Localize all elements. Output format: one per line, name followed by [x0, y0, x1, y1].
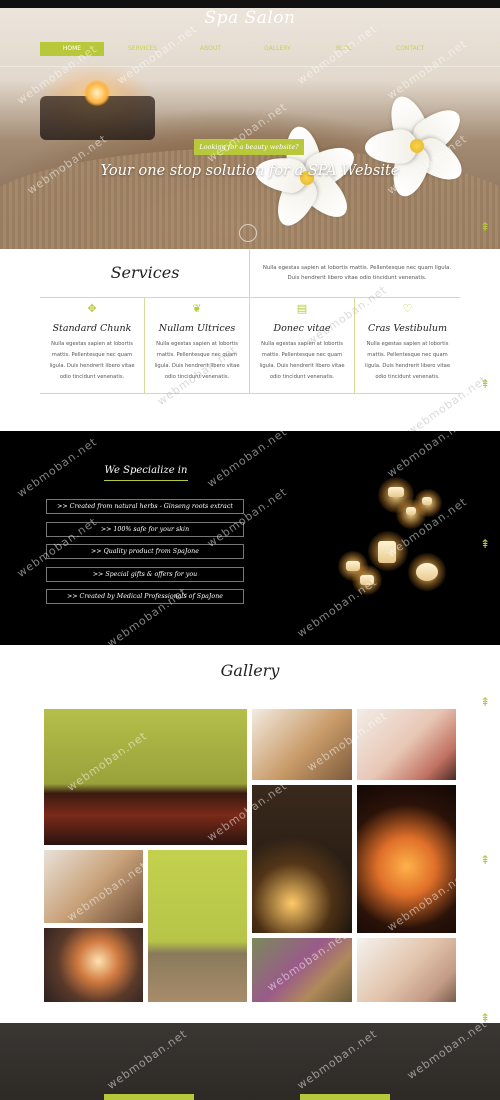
specialize-item[interactable]: >> Special gifts & offers for you: [46, 567, 244, 582]
service-card: ✥ Standard Chunk Nulla egestas sapien at…: [40, 297, 145, 393]
service-text: Nulla egestas sapien at lobortis mattis.…: [154, 341, 240, 380]
gallery-image-stone-therapy[interactable]: [44, 850, 143, 923]
specialize-title: We Specialize in: [104, 465, 188, 481]
nav-about[interactable]: ABOUT: [200, 42, 221, 56]
gallery-image-flower-green[interactable]: [148, 850, 247, 1002]
services-divider: [249, 249, 250, 297]
watermark: webmoban.net: [14, 435, 100, 500]
scroll-down-icon[interactable]: [239, 224, 257, 242]
service-text: Nulla egestas sapien at lobortis mattis.…: [49, 341, 135, 380]
site-logo[interactable]: Spa Salon: [0, 8, 500, 28]
nav-contact[interactable]: CONTACT: [396, 42, 424, 56]
watermark: webmoban.net: [204, 425, 290, 490]
hero-candle-glow: [84, 80, 110, 106]
service-card: ❦ Nullam Ultrices Nulla egestas sapien a…: [145, 297, 250, 393]
service-name: Donec vitae: [273, 323, 331, 334]
nav-blog[interactable]: BLOG: [336, 42, 353, 56]
service-name: Nullam Ultrices: [158, 323, 236, 334]
footer-accent-bar: [104, 1094, 194, 1100]
watermark: webmoban.net: [294, 1027, 380, 1092]
specialize-item[interactable]: >> 100% safe for your skin: [46, 522, 244, 537]
service-text: Nulla egestas sapien at lobortis mattis.…: [364, 341, 451, 380]
gallery-section: Gallery ⇞ ⇞ ⇞ webmoban.net webmoban.net …: [0, 645, 500, 1025]
hero-banner: Spa Salon HOME SERVICES ABOUT GALLERY BL…: [0, 8, 500, 249]
bed-icon: ▤: [296, 302, 308, 315]
scroll-top-icon[interactable]: ⇞: [479, 853, 491, 867]
nav-services[interactable]: SERVICES: [128, 42, 157, 56]
scroll-top-icon[interactable]: ⇞: [479, 695, 491, 709]
services-title: Services: [110, 263, 180, 282]
watermark: webmoban.net: [104, 1027, 190, 1092]
gallery-image-towels-candle[interactable]: [252, 785, 352, 933]
service-card: ♡ Cras Vestibulum Nulla egestas sapien a…: [355, 297, 460, 393]
scroll-top-icon[interactable]: ⇞: [479, 220, 491, 234]
service-name: Cras Vestibulum: [367, 323, 448, 334]
scroll-top-icon[interactable]: ⇞: [479, 377, 491, 391]
watermark: webmoban.net: [204, 485, 290, 550]
specialize-section: We Specialize in >> Created from natural…: [0, 415, 500, 650]
candles-image: [330, 477, 450, 599]
services-section: Services Nulla egestas sapien at loborti…: [0, 249, 500, 438]
watermark: webmoban.net: [404, 1017, 490, 1082]
gallery-title: Gallery: [220, 661, 280, 680]
specialize-item[interactable]: >> Created from natural herbs - Ginseng …: [46, 499, 244, 514]
gallery-image-candles-red[interactable]: [44, 709, 247, 845]
gallery-image-orange-candles[interactable]: [357, 785, 456, 933]
specialize-item[interactable]: >> Quality product from SpaJone: [46, 544, 244, 559]
gallery-image-massage[interactable]: [357, 938, 456, 1002]
main-nav: HOME SERVICES ABOUT GALLERY BLOG CONTACT: [40, 42, 460, 64]
hero-badge: Looking for a beauty website?: [194, 139, 304, 155]
services-intro: Nulla egestas sapien at lobortis mattis.…: [262, 265, 452, 281]
footer-section: webmoban.net webmoban.net webmoban.net: [0, 1017, 500, 1100]
service-card: ▤ Donec vitae Nulla egestas sapien at lo…: [250, 297, 355, 393]
service-text: Nulla egestas sapien at lobortis mattis.…: [259, 341, 345, 380]
gallery-image-herbs[interactable]: [252, 938, 352, 1002]
leaf-icon: ❦: [192, 302, 202, 315]
nav-gallery[interactable]: GALLERY: [264, 42, 291, 56]
service-name: Standard Chunk: [52, 323, 132, 334]
hero-tagline: Your one stop solution for a SPA Website: [100, 163, 400, 179]
top-strip: [0, 0, 500, 8]
gallery-image-products[interactable]: [44, 928, 143, 1002]
footer-accent-bar: [300, 1094, 390, 1100]
leaf-sprout-icon: ✥: [87, 302, 97, 315]
specialize-item[interactable]: >> Created by Medical Professionals of S…: [46, 589, 244, 604]
gallery-image-stones[interactable]: [252, 709, 352, 780]
services-line-bottom: [40, 393, 460, 394]
nav-divider: [0, 66, 500, 67]
scroll-top-icon[interactable]: ⇞: [479, 537, 491, 551]
gallery-image-feet[interactable]: [357, 709, 456, 780]
nav-home[interactable]: HOME: [40, 42, 104, 56]
heart-icon: ♡: [402, 302, 413, 315]
